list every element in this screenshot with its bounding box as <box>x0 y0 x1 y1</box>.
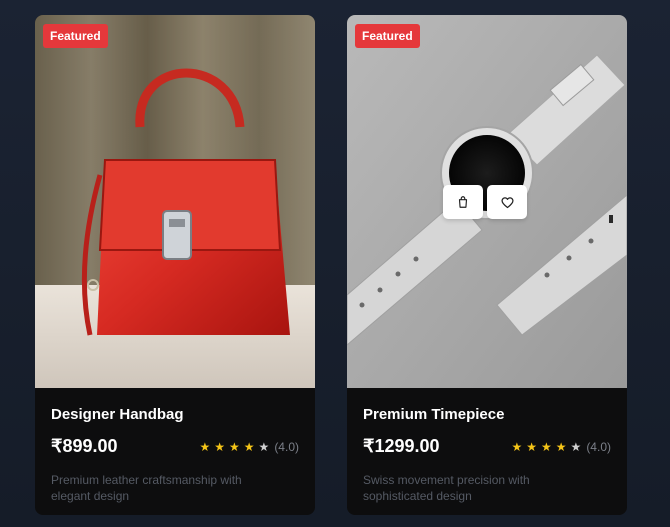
product-card[interactable]: Featured Premium Timepiece ₹1299.00 ★ ★ … <box>347 15 627 515</box>
featured-badge: Featured <box>355 24 420 48</box>
rating: ★ ★ ★ ★ ★ (4.0) <box>199 440 299 454</box>
star-icon: ★ <box>511 439 523 454</box>
star-empty-icon: ★ <box>570 439 582 454</box>
product-image-handbag[interactable]: Featured <box>35 15 315 388</box>
product-card[interactable]: Featured Designer Handbag ₹899.00 ★ ★ ★ … <box>35 15 315 515</box>
star-icon: ★ <box>526 439 538 454</box>
product-image-watch[interactable]: Featured <box>347 15 627 388</box>
star-icon: ★ <box>243 439 255 454</box>
product-description: Premium leather craftsmanship with elega… <box>51 473 242 503</box>
rating: ★ ★ ★ ★ ★ (4.0) <box>511 440 611 454</box>
heart-icon <box>500 196 514 208</box>
star-icon: ★ <box>541 439 552 454</box>
wishlist-button[interactable] <box>487 185 527 219</box>
star-icon: ★ <box>229 439 240 454</box>
product-price: ₹1299.00 <box>363 436 440 456</box>
product-name[interactable]: Premium Timepiece <box>363 406 611 423</box>
featured-badge: Featured <box>43 24 108 48</box>
star-icon: ★ <box>199 439 211 454</box>
rating-value: (4.0) <box>274 439 299 454</box>
product-name[interactable]: Designer Handbag <box>51 406 299 423</box>
add-to-cart-button[interactable] <box>443 185 483 219</box>
product-price: ₹899.00 <box>51 436 118 456</box>
rating-value: (4.0) <box>586 439 611 454</box>
star-empty-icon: ★ <box>258 439 270 454</box>
shopping-bag-icon <box>458 196 468 208</box>
star-icon: ★ <box>555 439 567 454</box>
quick-actions <box>443 185 527 219</box>
star-icon: ★ <box>214 439 226 454</box>
product-description: Swiss movement precision with sophistica… <box>363 473 530 503</box>
